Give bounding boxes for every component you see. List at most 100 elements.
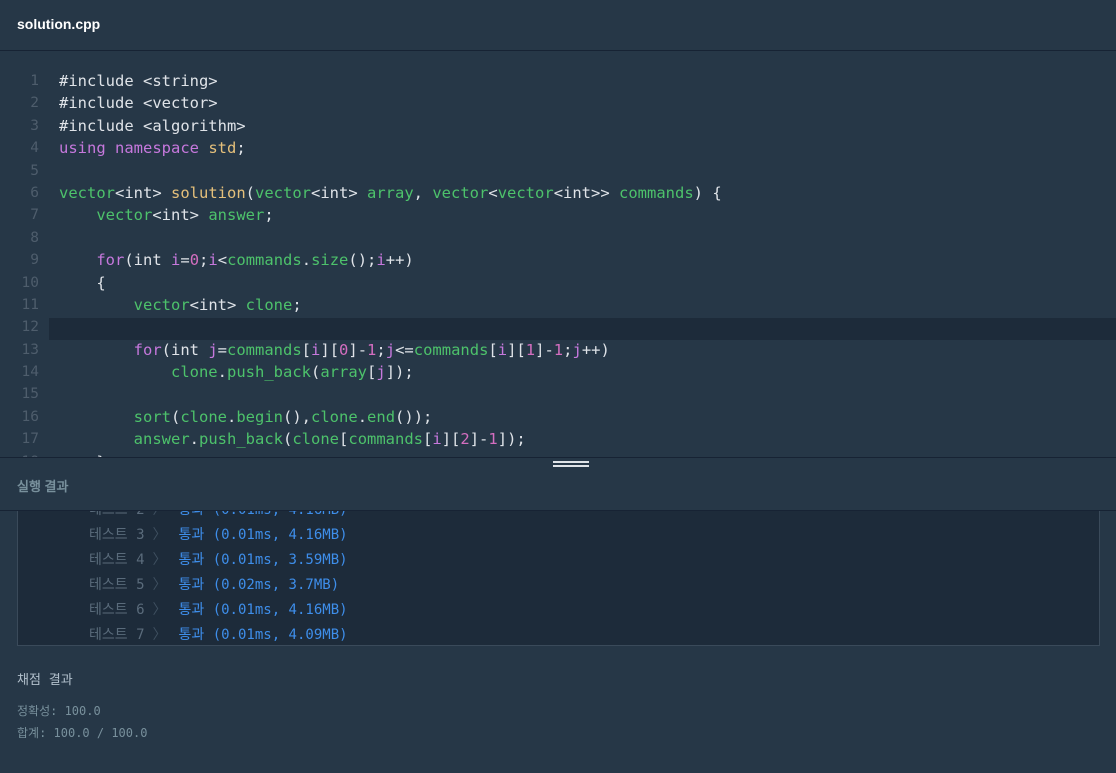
code-token: ][ — [441, 430, 461, 449]
code-token: ( — [170, 407, 181, 426]
code-token: ][ — [507, 340, 526, 359]
line-code[interactable]: #include <string> — [59, 70, 218, 92]
line-code[interactable]: clone.push_back(array[j]); — [59, 361, 414, 383]
grading-title: 채점 결과 — [17, 673, 73, 688]
line-number: 6 — [30, 184, 39, 201]
line-number: 12 — [21, 319, 39, 336]
line-number: 9 — [30, 252, 39, 269]
code-editor[interactable]: 1 #include <string> 2 #include <vector> 3 #in… — [0, 51, 1116, 457]
test-result-row[interactable]: 테스트 5 〉 통과 (0.02ms, 3.7MB) — [89, 573, 339, 598]
code-line[interactable]: 2 #include <vector> — [0, 92, 1116, 114]
line-number: 2 — [30, 95, 39, 112]
line-code[interactable]: answer.push_back(clone[commands[i][2]-1]… — [59, 428, 526, 450]
test-result-status: 통과 (0.01ms, 4.16MB) — [179, 511, 348, 518]
code-token: <int> — [115, 183, 171, 202]
file-tab-title[interactable]: solution.cpp — [17, 16, 100, 32]
code-token: sort — [133, 407, 171, 426]
code-token: . — [301, 251, 312, 270]
run-result-heading: 실행 결과 — [17, 479, 69, 494]
code-token: i — [497, 340, 508, 359]
line-code[interactable]: vector<int> clone; — [59, 294, 302, 316]
test-label: 테스트 7 — [89, 627, 145, 643]
test-label: 테스트 5 — [89, 577, 145, 593]
code-line[interactable]: 13 for(int j=commands[i][0]-1;j<=command… — [0, 339, 1116, 361]
test-result-status: 통과 (0.02ms, 3.7MB) — [178, 577, 340, 593]
code-token: clone — [245, 295, 293, 314]
accuracy-score: 정확성: 100.0 — [17, 704, 101, 718]
line-number: 13 — [21, 341, 39, 358]
line-code[interactable]: for(int i=0;i<commands.size();i++) — [59, 249, 413, 271]
code-token: end — [367, 407, 396, 426]
code-token: j — [376, 363, 386, 382]
code-line[interactable]: 14 clone.push_back(array[j]); — [0, 361, 1116, 383]
test-result-row[interactable]: 테스트 6 〉 통과 (0.01ms, 4.16MB) — [89, 598, 348, 623]
code-line[interactable]: 8 — [0, 227, 1116, 249]
code-line[interactable]: 6 vector<int> solution(vector<int> array,… — [0, 182, 1116, 204]
test-results-list[interactable]: 테스트 2 〉 통과 (0.01ms, 4.16MB) 테스트 3 〉 통과 (0.01m… — [17, 511, 1100, 646]
code-token: using namespace — [59, 139, 209, 158]
panel-resizer[interactable]: 실행 결과 — [0, 457, 1116, 511]
code-token: . — [227, 407, 237, 426]
drag-handle-icon[interactable] — [553, 461, 589, 471]
line-number: 14 — [21, 364, 39, 381]
line-number: 7 — [30, 207, 39, 224]
line-code[interactable]: { — [59, 272, 105, 294]
line-code[interactable]: vector<int> answer; — [59, 204, 273, 226]
chevron-right-icon: 〉 — [152, 627, 167, 643]
code-token: [ — [339, 430, 349, 449]
code-token: [ — [488, 340, 498, 359]
line-code[interactable]: #include <vector> — [59, 92, 218, 114]
test-label: 테스트 3 — [89, 527, 145, 543]
chevron-right-icon: 〉 — [152, 577, 167, 593]
code-token: ( — [283, 430, 293, 449]
code-token: ]- — [348, 340, 368, 359]
code-token: . — [217, 363, 227, 382]
code-lines[interactable]: 1 #include <string> 2 #include <vector> 3 #in… — [0, 70, 1116, 457]
line-code[interactable]: vector<int> solution(vector<int> array, … — [59, 182, 722, 204]
code-line[interactable]: 16 sort(clone.begin(),clone.end()); — [0, 406, 1116, 428]
code-line[interactable]: 10 { — [0, 272, 1116, 294]
code-token: clone — [180, 407, 227, 426]
test-result-status: 통과 (0.01ms, 4.16MB) — [178, 527, 348, 543]
code-token: 1 — [525, 340, 536, 359]
code-line[interactable]: 17 answer.push_back(clone[commands[i][2]… — [0, 428, 1116, 450]
test-result-row[interactable]: 테스트 2 〉 통과 (0.01ms, 4.16MB) — [89, 511, 348, 523]
line-code[interactable]: #include <algorithm> — [59, 115, 246, 137]
test-result-row[interactable]: 테스트 4 〉 통과 (0.01ms, 3.59MB) — [89, 548, 348, 573]
code-token: array — [320, 363, 368, 382]
code-line[interactable]: 15 — [0, 383, 1116, 405]
code-token: (int — [161, 340, 209, 359]
code-line[interactable]: 4 using namespace std; — [0, 137, 1116, 159]
code-token: i — [171, 251, 181, 270]
code-line[interactable]: 11 vector<int> clone; — [0, 294, 1116, 316]
code-line[interactable]: 12 — [0, 316, 1116, 338]
code-line[interactable]: 1 #include <string> — [0, 70, 1116, 92]
line-number: 1 — [30, 73, 39, 89]
code-line[interactable]: 9 for(int i=0;i<commands.size();i++) — [0, 249, 1116, 271]
code-token: vector — [96, 206, 153, 225]
test-result-row[interactable]: 테스트 3 〉 통과 (0.01ms, 4.16MB) — [89, 523, 348, 548]
code-token: std — [208, 139, 237, 158]
test-result-status: 통과 (0.01ms, 4.16MB) — [178, 602, 348, 618]
code-token: #include <algorithm> — [59, 116, 246, 135]
code-line[interactable]: 5 — [0, 160, 1116, 182]
test-result-row[interactable]: 테스트 7 〉 통과 (0.01ms, 4.09MB) — [89, 623, 348, 645]
chevron-right-icon: 〉 — [152, 527, 167, 543]
line-number: 11 — [21, 296, 39, 313]
editor-tab-bar: solution.cpp — [0, 0, 1116, 51]
code-token: j — [385, 340, 396, 359]
line-code[interactable]: for(int j=commands[i][0]-1;j<=commands[i… — [59, 339, 610, 361]
code-token: 2 — [460, 430, 470, 449]
line-code[interactable]: using namespace std; — [59, 137, 246, 159]
code-token: ]); — [497, 430, 526, 449]
code-token: ]); — [385, 363, 414, 382]
line-number: 5 — [30, 162, 39, 179]
code-line[interactable]: 7 vector<int> answer; — [0, 204, 1116, 226]
line-code[interactable]: sort(clone.begin(),clone.end()); — [59, 406, 433, 428]
code-token: ; — [199, 251, 209, 270]
code-token: clone — [292, 430, 340, 449]
code-line[interactable]: 3 #include <algorithm> — [0, 115, 1116, 137]
test-label: 테스트 2 — [89, 511, 145, 518]
